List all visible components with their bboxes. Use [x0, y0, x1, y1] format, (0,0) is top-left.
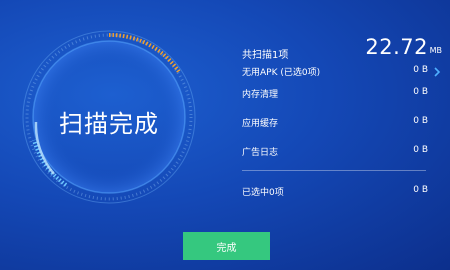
- item-value: 0 B: [413, 145, 428, 155]
- total-size-unit: MB: [429, 46, 442, 55]
- selected-count-label: 已选中0项: [242, 188, 284, 198]
- item-label: 广告日志: [242, 148, 279, 158]
- item-label: 应用缓存: [242, 119, 279, 129]
- list-item-ad-logs[interactable]: 广告日志 0 B: [242, 141, 442, 170]
- scan-gauge: 扫描完成: [14, 22, 204, 212]
- done-button[interactable]: 完成: [183, 232, 270, 260]
- list-item-app-cache[interactable]: 应用缓存 0 B: [242, 112, 442, 141]
- list-item-useless-apk[interactable]: 无用APK (已选0项) 0 B: [242, 61, 442, 83]
- scan-status-title: 扫描完成: [59, 110, 159, 138]
- results-panel: 共扫描1项 22.72 MB 无用APK (已选0项) 0 B 内存清理 0 B…: [242, 35, 442, 201]
- divider: [242, 170, 426, 171]
- scan-summary: 共扫描1项 22.72 MB: [242, 35, 442, 61]
- scan-count-label: 共扫描1项: [242, 50, 289, 61]
- selected-size-value: 0 B: [413, 185, 428, 195]
- chevron-right-icon[interactable]: [432, 63, 442, 77]
- item-value: 0 B: [413, 116, 428, 126]
- item-label: 内存清理: [242, 90, 279, 100]
- item-label: 无用APK (已选0项): [242, 68, 321, 78]
- item-value: 0 B: [413, 65, 428, 75]
- total-size-value: 22.72: [365, 35, 428, 59]
- selected-summary: 已选中0项 0 B: [242, 181, 442, 201]
- item-value: 0 B: [413, 87, 428, 97]
- list-item-memory-clean[interactable]: 内存清理 0 B: [242, 83, 442, 112]
